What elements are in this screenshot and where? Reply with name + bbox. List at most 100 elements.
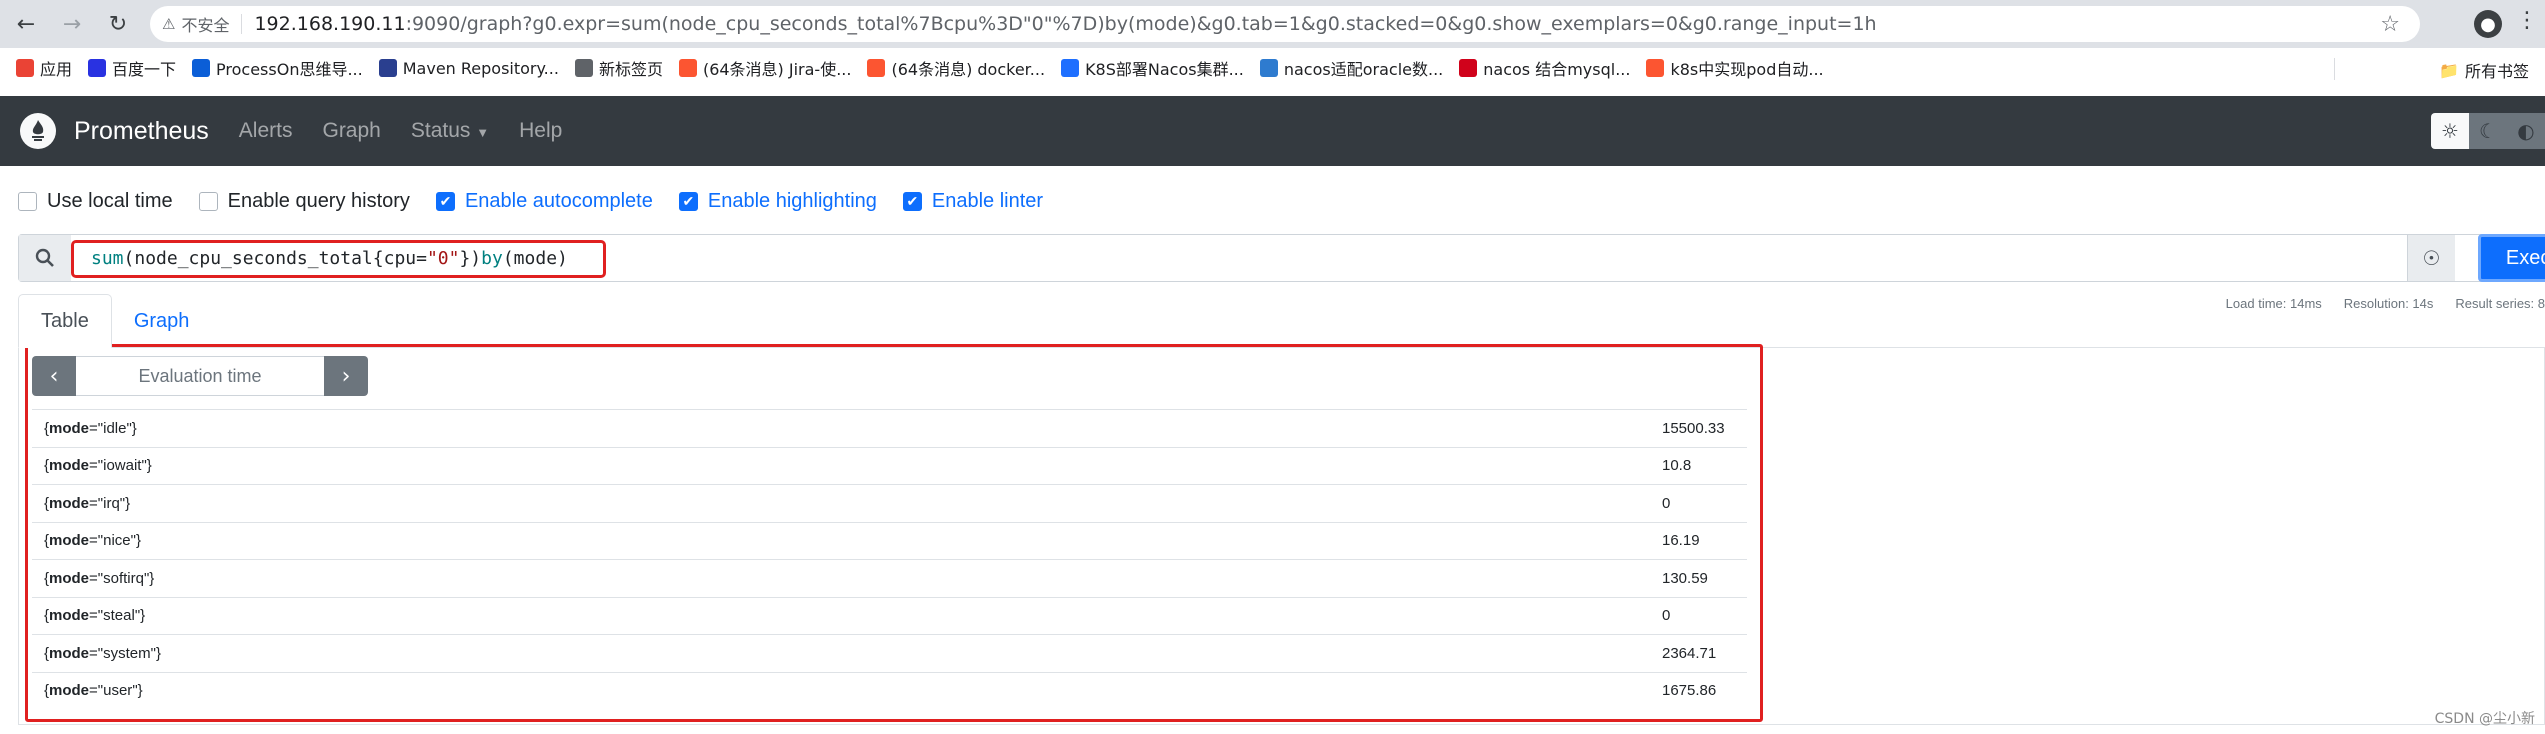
bookmarks-divider (2334, 58, 2335, 80)
series-value: 0 (1662, 607, 1671, 625)
option-enable-autocomplete[interactable]: ✔ Enable autocomplete (435, 190, 653, 213)
bookmark-favicon-icon (867, 59, 886, 77)
bookmark-favicon-icon (574, 59, 593, 77)
bookmark-item[interactable]: (64条消息) docker... (867, 56, 1045, 80)
evaluation-time-control: ‹ Evaluation time › (32, 356, 368, 396)
bookmark-item[interactable]: (64条消息) Jira-使... (678, 56, 851, 80)
prometheus-navbar: Prometheus Alerts Graph Status ▼ Help ☼ … (0, 96, 2545, 166)
reload-icon[interactable]: ↻ (98, 4, 138, 44)
result-tabs: Table Graph (18, 294, 211, 348)
forward-icon[interactable]: → (52, 4, 92, 44)
nav-alerts[interactable]: Alerts (239, 119, 293, 143)
omnibox-divider (241, 14, 243, 34)
table-row: {mode="irq"} 0 (32, 484, 1747, 522)
folder-icon: 📁 (2439, 60, 2459, 80)
query-options: Use local time Enable query history ✔ Enabl… (18, 186, 1069, 216)
bookmark-item[interactable]: Maven Repository... (378, 59, 559, 78)
bookmark-item[interactable]: ProcessOn思维导... (192, 56, 363, 80)
option-enable-query-history[interactable]: Enable query history (198, 190, 410, 213)
tab-graph[interactable]: Graph (112, 294, 212, 348)
bookmark-favicon-icon (678, 59, 697, 77)
chevron-left-icon[interactable]: ‹ (32, 356, 76, 396)
table-row: {mode="iowait"} 10.8 (32, 446, 1747, 485)
table-row: {mode="steal"} 0 (32, 596, 1747, 635)
execute-wrap: Execute (2478, 234, 2545, 282)
search-icon (19, 235, 71, 281)
table-row: {mode="user"} 1675.86 (32, 671, 1747, 710)
checkbox[interactable] (18, 191, 37, 211)
bookmark-favicon-icon (1259, 59, 1278, 77)
checkbox[interactable] (198, 191, 218, 211)
address-bar[interactable]: ⚠ 不安全 192.168.190.11:9090/graph?g0.expr=… (150, 6, 2420, 42)
option-enable-highlighting[interactable]: ✔ Enable highlighting (678, 190, 877, 213)
profile-icon[interactable]: ● (2474, 10, 2502, 38)
bookmarks-bar: 应用 百度一下 ProcessOn思维导... Maven Repository...… (0, 48, 2545, 88)
bookmark-favicon-icon (1459, 59, 1478, 77)
warning-icon: ⚠ (162, 15, 176, 33)
series-label: {mode="steal"} (44, 607, 146, 625)
chevron-right-icon[interactable]: › (324, 356, 368, 396)
bookmark-favicon-icon (1061, 59, 1080, 77)
bookmark-item[interactable]: 百度一下 (88, 56, 176, 80)
url-path: :9090/graph?g0.expr=sum(node_cpu_seconds… (405, 13, 1877, 35)
execute-button[interactable]: Execute (2478, 234, 2545, 282)
bookmark-favicon-icon (88, 59, 107, 77)
contrast-icon[interactable]: ◐ (2507, 113, 2545, 149)
browser-menu-icon[interactable]: ⋮ (2516, 8, 2538, 33)
evaluation-time-input[interactable]: Evaluation time (76, 356, 324, 396)
back-icon[interactable]: ← (6, 4, 46, 44)
tab-table[interactable]: Table (18, 294, 112, 348)
nav-graph[interactable]: Graph (322, 119, 380, 143)
option-enable-linter[interactable]: ✔ Enable linter (902, 190, 1043, 213)
sun-icon[interactable]: ☼ (2431, 113, 2469, 149)
moon-icon[interactable]: ☾ (2469, 113, 2507, 149)
bookmark-item[interactable]: k8s中实现pod自动... (1646, 56, 1824, 80)
bookmark-item[interactable]: nacos 结合mysql... (1459, 56, 1630, 80)
checkbox[interactable]: ✔ (435, 191, 455, 211)
bookmark-item[interactable]: nacos适配oracle数... (1259, 56, 1443, 80)
table-row: {mode="nice"} 16.19 (32, 521, 1747, 560)
checkbox[interactable]: ✔ (678, 191, 698, 211)
brand-title[interactable]: Prometheus (74, 117, 209, 146)
series-label: {mode="irq"} (44, 494, 131, 512)
bookmark-item[interactable]: 应用 (16, 56, 72, 80)
series-label: {mode="softirq"} (44, 569, 155, 587)
bookmark-favicon-icon (378, 59, 397, 77)
result-series: Result series: 8 (2455, 296, 2545, 311)
series-value: 1675.86 (1662, 682, 1717, 700)
checkbox[interactable]: ✔ (902, 191, 922, 211)
query-annotation-box (71, 240, 606, 278)
table-row: {mode="idle"} 15500.33 (32, 409, 1747, 447)
resolution: Resolution: 14s (2343, 296, 2434, 311)
query-stats: Load time: 14ms Resolution: 14s Result s… (2226, 296, 2545, 311)
series-label: {mode="idle"} (44, 419, 137, 437)
series-value: 15500.33 (1662, 419, 1725, 437)
option-use-local-time[interactable]: Use local time (18, 190, 173, 213)
series-value: 10.8 (1662, 457, 1692, 475)
caret-down-icon: ▼ (476, 125, 490, 140)
security-indicator[interactable]: ⚠ 不安全 (162, 12, 229, 36)
table-row: {mode="softirq"} 130.59 (32, 559, 1747, 597)
url-host: 192.168.190.11 (254, 13, 406, 35)
bookmark-favicon-icon (16, 59, 34, 77)
nav-help[interactable]: Help (519, 119, 562, 143)
prometheus-logo-icon[interactable] (20, 113, 56, 149)
nav-status[interactable]: Status ▼ (411, 119, 489, 143)
bookmark-favicon-icon (192, 59, 211, 77)
series-value: 2364.71 (1662, 644, 1717, 662)
series-label: {mode="system"} (44, 644, 161, 662)
series-label: {mode="user"} (44, 682, 143, 700)
bookmark-item[interactable]: K8S部署Nacos集群... (1061, 56, 1244, 80)
all-bookmarks[interactable]: 📁 所有书签 (2439, 58, 2529, 82)
globe-icon[interactable]: ☉ (2407, 235, 2455, 281)
series-label: {mode="iowait"} (44, 457, 152, 475)
load-time: Load time: 14ms (2225, 296, 2322, 311)
bookmark-item[interactable]: 新标签页 (574, 56, 663, 80)
table-row: {mode="system"} 2364.71 (32, 634, 1747, 672)
watermark: CSDN @尘小新 (2434, 711, 2535, 727)
query-bar: sum (node_cpu_seconds_total{cpu= "0"}) by (m… (18, 234, 2545, 282)
series-value: 130.59 (1662, 569, 1708, 587)
bookmark-star-icon[interactable]: ☆ (2380, 12, 2400, 37)
results-table: {mode="idle"} 15500.33 {mode="iowait"} 10.8… (32, 409, 1747, 709)
bookmark-favicon-icon (1646, 59, 1665, 77)
